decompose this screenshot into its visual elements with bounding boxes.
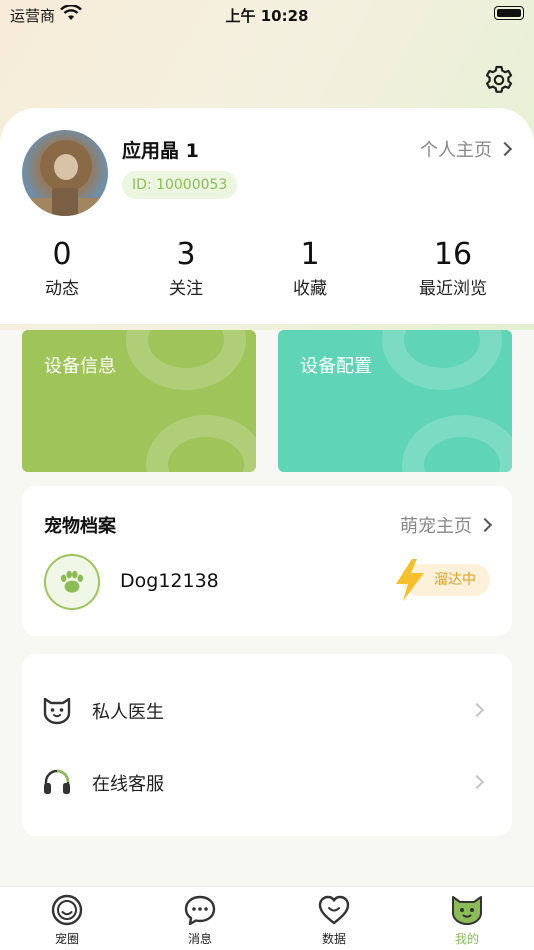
chat-bubble-icon — [184, 895, 216, 926]
battery-icon — [494, 6, 524, 20]
tab-pet-circle[interactable]: 宠圈 — [27, 893, 107, 947]
chevron-right-icon — [469, 702, 485, 718]
username: 应用晶 1 — [122, 140, 199, 162]
tab-mine[interactable]: 我的 — [427, 893, 507, 947]
decorative-ring — [382, 330, 502, 390]
lightning-icon — [396, 559, 424, 601]
tab-label: 宠圈 — [54, 932, 79, 946]
stat-recent-views[interactable]: 16 最近浏览 — [403, 236, 503, 299]
tab-label: 数据 — [321, 932, 346, 946]
pet-name: Dog12138 — [120, 570, 219, 592]
device-info-title: 设备信息 — [44, 356, 116, 377]
decorative-ring — [146, 415, 256, 472]
menu-item-label: 私人医生 — [92, 702, 164, 723]
settings-gear-icon[interactable] — [483, 64, 515, 96]
status-time: 上午 10:28 — [225, 7, 309, 25]
pet-profile-card: 宠物档案 萌宠主页 Dog12138 溜达中 — [22, 486, 512, 636]
personal-homepage-label: 个人主页 — [420, 140, 492, 161]
device-config-title: 设备配置 — [300, 356, 372, 377]
heart-icon — [318, 895, 350, 925]
cat-face-icon — [43, 697, 71, 725]
decorative-ring — [126, 330, 246, 390]
menu-card: 私人医生 在线客服 — [22, 654, 512, 836]
stat-label: 收藏 — [293, 279, 327, 299]
tab-label: 消息 — [187, 932, 212, 946]
personal-homepage-link[interactable]: 个人主页 — [420, 136, 513, 162]
stat-posts[interactable]: 0 动态 — [12, 236, 112, 299]
menu-item-private-doctor[interactable]: 私人医生 — [22, 680, 512, 740]
user-id-badge: ID: 10000053 — [122, 171, 238, 199]
tab-label: 我的 — [454, 932, 479, 946]
stat-value: 1 — [300, 237, 320, 272]
stats-row: 0 动态 3 关注 1 收藏 16 最近浏览 — [0, 236, 534, 306]
pet-homepage-label: 萌宠主页 — [400, 516, 472, 537]
tab-bar: 宠圈 消息 数据 我的 — [0, 886, 534, 950]
stat-label: 关注 — [169, 279, 203, 299]
pet-homepage-link[interactable]: 萌宠主页 — [400, 512, 493, 538]
stat-value: 0 — [52, 237, 72, 272]
pet-status-label: 溜达中 — [434, 572, 476, 588]
stat-value: 3 — [176, 237, 196, 272]
chevron-right-icon — [497, 141, 513, 157]
pet-section-title: 宠物档案 — [44, 516, 116, 537]
stat-value: 16 — [433, 237, 473, 272]
profile-card: 应用晶 1 ID: 10000053 个人主页 0 动态 3 关注 1 收藏 1… — [0, 108, 534, 324]
tab-data[interactable]: 数据 — [294, 893, 374, 947]
menu-item-online-support[interactable]: 在线客服 — [22, 752, 512, 812]
smile-circle-icon — [51, 894, 83, 926]
tab-messages[interactable]: 消息 — [160, 893, 240, 947]
avatar[interactable] — [22, 130, 108, 216]
decorative-ring — [402, 415, 512, 472]
stat-favorites[interactable]: 1 收藏 — [260, 236, 360, 299]
menu-item-label: 在线客服 — [92, 774, 164, 795]
pet-avatar[interactable] — [44, 554, 100, 610]
stat-label: 动态 — [45, 279, 79, 299]
device-info-card[interactable]: 设备信息 — [22, 330, 256, 472]
pet-face-icon — [452, 896, 482, 925]
stat-following[interactable]: 3 关注 — [136, 236, 236, 299]
status-bar: 运营商 上午 10:28 — [0, 0, 534, 30]
pet-status-badge: 溜达中 — [396, 559, 490, 601]
chevron-right-icon — [469, 774, 485, 790]
headset-icon — [44, 769, 70, 794]
device-config-card[interactable]: 设备配置 — [278, 330, 512, 472]
chevron-right-icon — [477, 517, 493, 533]
paw-icon — [60, 570, 84, 593]
stat-label: 最近浏览 — [419, 279, 487, 299]
